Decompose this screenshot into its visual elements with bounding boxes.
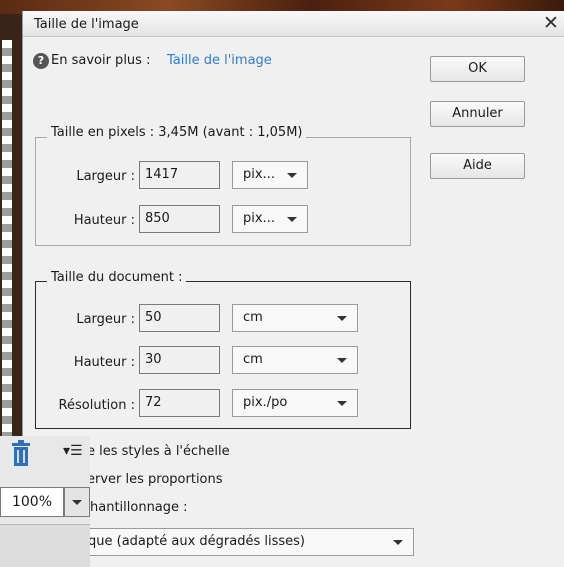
trash-icon[interactable] xyxy=(11,440,31,468)
doc-height-unit-value: cm xyxy=(243,352,263,367)
pixel-height-field[interactable]: 850 xyxy=(139,205,220,233)
resample-option[interactable]: hantillonnage : xyxy=(90,500,188,515)
pixel-height-unit-value: pix... xyxy=(243,211,275,226)
resolution-unit-value: pix./po xyxy=(243,395,288,410)
chevron-down-icon xyxy=(287,173,297,178)
doc-height-label: Hauteur : xyxy=(73,355,135,370)
scale-styles-option[interactable]: e les styles à l'échelle xyxy=(87,444,230,459)
pixel-height-label: Hauteur : xyxy=(73,213,135,228)
cancel-button[interactable]: Annuler xyxy=(430,101,525,127)
document-size-legend: Taille du document : xyxy=(47,270,187,285)
pixel-width-label: Largeur : xyxy=(76,169,135,184)
help-icon: ? xyxy=(33,53,49,69)
chevron-down-icon xyxy=(337,316,347,321)
help-button-label: Aide xyxy=(463,158,492,173)
help-link[interactable]: Taille de l'image xyxy=(167,53,272,68)
doc-height-field[interactable]: 30 xyxy=(139,346,220,374)
help-prefix: En savoir plus : xyxy=(51,53,151,68)
chevron-down-icon xyxy=(393,540,403,545)
doc-width-label: Largeur : xyxy=(76,312,135,327)
chevron-down-icon xyxy=(337,401,347,406)
pixel-size-legend: Taille en pixels : 3,45M (avant : 1,05M) xyxy=(47,125,307,140)
close-icon[interactable]: ✕ xyxy=(543,13,559,33)
chevron-down-icon xyxy=(287,217,297,222)
help-button[interactable]: Aide xyxy=(430,153,525,179)
ok-button[interactable]: OK xyxy=(430,56,525,82)
constrain-proportions-option[interactable]: erver les proportions xyxy=(87,472,223,487)
resolution-field[interactable]: 72 xyxy=(139,389,220,417)
dialog-title: Taille de l'image xyxy=(34,17,139,32)
chevron-down-icon xyxy=(337,358,347,363)
resample-method-value: que (adapté aux dégradés lisses) xyxy=(88,534,305,549)
panel-bin-area xyxy=(0,524,90,567)
doc-width-unit-value: cm xyxy=(243,310,263,325)
pixel-width-field[interactable]: 1417 xyxy=(139,161,220,189)
dialog-titlebar[interactable]: Taille de l'image ✕ xyxy=(23,11,564,37)
pixel-width-unit-value: pix... xyxy=(243,167,275,182)
chevron-down-icon xyxy=(72,500,82,505)
selection-edge xyxy=(2,40,12,440)
panel-menu-icon[interactable]: ▾☰ xyxy=(63,443,83,459)
pixel-size-group xyxy=(35,137,411,246)
resolution-label: Résolution : xyxy=(58,398,135,413)
zoom-level-field[interactable]: 100% xyxy=(0,487,64,517)
resample-method-select[interactable]: que (adapté aux dégradés lisses) xyxy=(75,528,414,556)
doc-width-field[interactable]: 50 xyxy=(139,304,220,332)
